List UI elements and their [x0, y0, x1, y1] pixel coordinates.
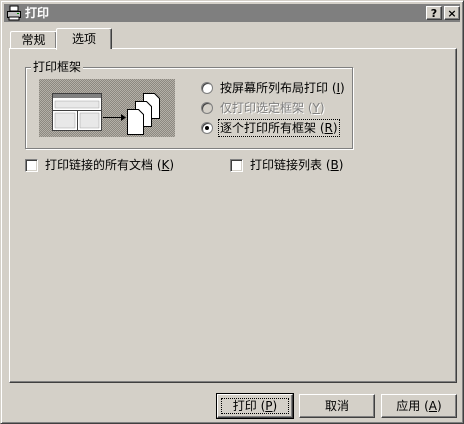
apply-button-label: 应用 (A): [396, 399, 442, 413]
radio-selected-dot: [205, 126, 209, 130]
tab-options[interactable]: 选项: [56, 28, 112, 52]
apply-button[interactable]: 应用 (A): [381, 394, 457, 418]
window-title: 打印: [25, 6, 50, 20]
checkbox-print-link-table-label: 打印链接列表 (B): [250, 158, 344, 172]
frames-preview-image: [39, 79, 175, 137]
cancel-button[interactable]: 取消: [299, 394, 375, 418]
frames-preview-graphic: [52, 93, 160, 135]
checkbox-print-all-linked-label: 打印链接的所有文档 (K): [45, 158, 175, 172]
close-button[interactable]: ×: [444, 6, 460, 20]
print-frames-group-label: 打印框架: [31, 59, 84, 75]
print-button[interactable]: 打印 (P): [216, 393, 294, 419]
printer-icon: [7, 5, 21, 21]
tab-options-label: 选项: [71, 32, 96, 46]
radio-all-frames-label: 逐个打印所有框架 (R): [218, 119, 340, 137]
print-button-label: 打印 (P): [232, 399, 278, 413]
tab-general-label: 常规: [21, 33, 46, 47]
title-bar[interactable]: 打印 ? ×: [4, 4, 460, 22]
tab-general[interactable]: 常规: [10, 31, 57, 49]
cancel-button-label: 取消: [324, 399, 349, 413]
radio-as-laid-out-label: 按屏幕所列布局打印 (I): [220, 81, 345, 95]
checkbox-print-all-linked-box[interactable]: [25, 159, 38, 172]
radio-all-frames-circle[interactable]: [201, 122, 213, 134]
radio-selected-frame-circle[interactable]: [201, 102, 213, 114]
help-button[interactable]: ?: [426, 6, 442, 20]
checkbox-print-link-table-box[interactable]: [230, 159, 243, 172]
radio-as-laid-out-circle[interactable]: [201, 82, 213, 94]
radio-selected-frame-label: 仅打印选定框架 (Y): [220, 101, 325, 115]
print-dialog: 打印 ? × 常规 选项 打印框架 按屏幕所列布局打印 (I) 仅打印选定框架 …: [0, 0, 464, 424]
